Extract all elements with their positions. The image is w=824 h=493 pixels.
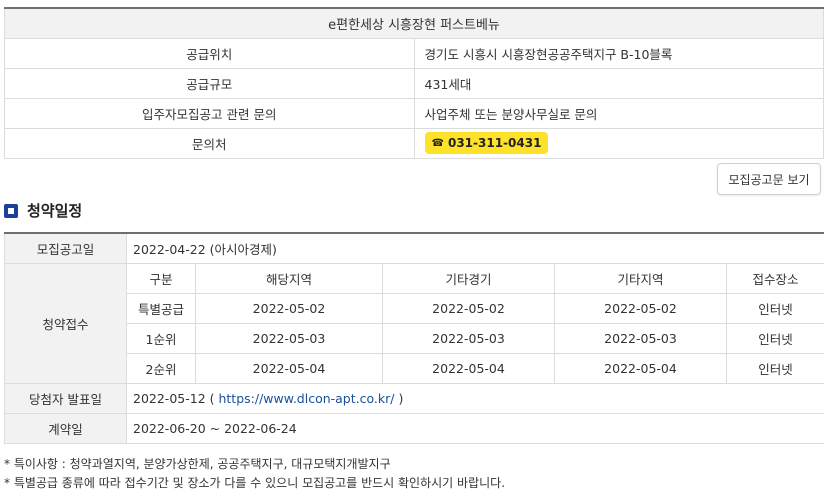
view-notice-button[interactable]: 모집공고문 보기 (717, 163, 821, 195)
schedule-row-winner: 당첨자 발표일 2022-05-12 ( https://www.dlcon-a… (4, 382, 824, 414)
table-cell: 2022-05-04 (382, 352, 555, 384)
info-row-scale: 공급규모 431세대 (4, 67, 824, 99)
schedule-row-contract: 계약일 2022-06-20 ~ 2022-06-24 (4, 412, 824, 444)
footnote: * 특별공급 종류에 따라 접수기간 및 장소가 다를 수 있으니 모집공고를 … (4, 476, 506, 490)
table-cell: 2순위 (126, 352, 196, 384)
table-cell: 인터넷 (725, 292, 824, 324)
info-row-contact: 문의처 ☎ 031-311-0431 (4, 127, 824, 159)
table-cell: 2022-05-02 (554, 292, 727, 324)
footnotes: * 특이사항 : 청약과열지역, 분양가상한제, 공공주택지구, 대규모택지개발… (4, 455, 505, 493)
schedule-label: 당첨자 발표일 (4, 382, 127, 414)
section-bullet-icon (4, 203, 18, 218)
column-header: 해당지역 (195, 262, 383, 294)
section-title: 청약일정 (27, 202, 83, 220)
phone-icon: ☎ (431, 137, 444, 149)
phone-badge[interactable]: ☎ 031-311-0431 (424, 132, 549, 154)
schedule-section-header: 청약일정 (4, 200, 82, 221)
footnote: * 특이사항 : 청약과열지역, 분양가상한제, 공공주택지구, 대규모택지개발… (4, 457, 391, 471)
table-cell: 인터넷 (725, 352, 824, 384)
winner-link[interactable]: https://www.dlcon-apt.co.kr/ (218, 391, 394, 406)
table-cell: 인터넷 (725, 322, 824, 354)
table-cell: 2022-05-02 (382, 292, 555, 324)
info-value: 경기도 시흥시 시흥장현공공주택지구 B-10블록 (413, 37, 824, 69)
project-info-table: e편한세상 시흥장현 퍼스트베뉴 공급위치 경기도 시흥시 시흥장현공공주택지구… (4, 7, 824, 159)
info-label: 공급위치 (4, 37, 415, 69)
table-cell: 1순위 (126, 322, 196, 354)
table-cell: 2022-05-03 (382, 322, 555, 354)
paren-close: ) (394, 390, 404, 406)
table-cell: 2022-05-04 (554, 352, 727, 384)
info-value: 사업주체 또는 분양사무실로 문의 (413, 97, 824, 129)
phone-number: 031-311-0431 (447, 136, 542, 150)
schedule-label: 계약일 (4, 412, 127, 444)
info-row-inquiry: 입주자모집공고 관련 문의 사업주체 또는 분양사무실로 문의 (4, 97, 824, 129)
info-value: 431세대 (413, 67, 824, 99)
column-header: 기타경기 (382, 262, 555, 294)
schedule-label: 청약접수 (4, 262, 127, 384)
schedule-table: 모집공고일 2022-04-22 (아시아경제) 청약접수 구분 해당지역 기타… (4, 232, 824, 444)
schedule-label: 모집공고일 (4, 232, 127, 264)
contract-value: 2022-06-20 ~ 2022-06-24 (125, 412, 824, 444)
table-cell: 2022-05-03 (554, 322, 727, 354)
column-header: 구분 (126, 262, 196, 294)
table-row: 2순위 2022-05-04 2022-05-04 2022-05-04 인터넷 (5, 352, 824, 384)
table-cell: 2022-05-02 (195, 292, 383, 324)
schedule-header-row: 청약접수 구분 해당지역 기타경기 기타지역 접수장소 (4, 262, 824, 384)
info-value-contact: ☎ 031-311-0431 (413, 127, 824, 159)
table-row: 1순위 2022-05-03 2022-05-03 2022-05-03 인터넷 (5, 322, 824, 354)
table-row: 특별공급 2022-05-02 2022-05-02 2022-05-02 인터… (5, 292, 824, 324)
schedule-row-notice-date: 모집공고일 2022-04-22 (아시아경제) (4, 232, 824, 264)
table-cell: 특별공급 (126, 292, 196, 324)
project-title: e편한세상 시흥장현 퍼스트베뉴 (4, 7, 824, 39)
info-label: 문의처 (4, 127, 415, 159)
winner-value: 2022-05-12 ( https://www.dlcon-apt.co.kr… (125, 382, 824, 414)
notice-date-value: 2022-04-22 (아시아경제) (125, 232, 824, 264)
info-label: 공급규모 (4, 67, 415, 99)
column-header: 기타지역 (554, 262, 727, 294)
table-cell: 2022-05-04 (195, 352, 383, 384)
info-row-location: 공급위치 경기도 시흥시 시흥장현공공주택지구 B-10블록 (4, 37, 824, 69)
winner-date: 2022-05-12 (133, 390, 206, 406)
paren-open: ( (205, 390, 219, 406)
column-header: 접수장소 (725, 262, 824, 294)
table-cell: 2022-05-03 (195, 322, 383, 354)
info-label: 입주자모집공고 관련 문의 (4, 97, 415, 129)
